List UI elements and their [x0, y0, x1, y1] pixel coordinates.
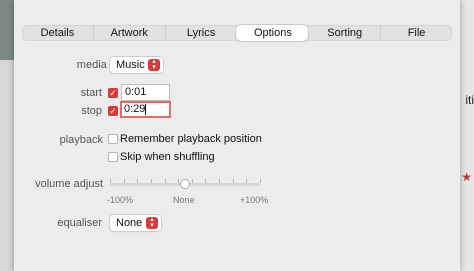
volume-slider-tick — [205, 179, 206, 183]
background-window-right: iti ★ — [460, 0, 474, 271]
volume-slider-tick — [151, 179, 152, 183]
equaliser-value: None — [116, 217, 143, 229]
volume-slider-tick — [246, 179, 247, 183]
media-kind-value: Music — [116, 59, 145, 71]
tab-artwork[interactable]: Artwork — [92, 25, 165, 41]
stop-label: stop — [81, 105, 102, 117]
volume-slider-tick — [219, 179, 220, 183]
volume-slider-knob[interactable] — [181, 180, 189, 188]
volume-slider-tick — [178, 179, 179, 183]
chevron-up-down-icon: ▴ ▾ — [148, 58, 160, 71]
tab-sorting[interactable]: Sorting — [308, 25, 380, 41]
equaliser-popup[interactable]: None ▴ ▾ — [110, 215, 161, 231]
song-info-dialog: Details Artwork Lyrics Options Sorting F… — [14, 0, 460, 271]
volume-slider-tick — [233, 179, 234, 183]
tab-lyrics[interactable]: Lyrics — [164, 25, 237, 41]
volume-adjust-label: volume adjust — [35, 178, 103, 190]
volume-slider-tick — [260, 179, 261, 183]
tab-bar: Details Artwork Lyrics Options Sorting F… — [22, 25, 452, 41]
background-text-fragment: iti — [465, 93, 474, 107]
chevron-up-down-icon: ▴ ▾ — [146, 216, 158, 229]
stop-time-value: 0:29 — [124, 103, 146, 115]
remember-position-checkbox[interactable] — [108, 134, 118, 144]
equaliser-label: equaliser — [57, 217, 102, 229]
stop-checkbox[interactable]: ✓ — [108, 106, 118, 116]
skip-shuffling-label: Skip when shuffling — [120, 151, 215, 163]
media-kind-popup[interactable]: Music ▴ ▾ — [110, 57, 163, 73]
volume-max-label: +100% — [240, 195, 269, 205]
background-star-icon: ★ — [461, 170, 472, 184]
start-label: start — [80, 87, 102, 99]
text-caret — [145, 103, 147, 115]
tab-file[interactable]: File — [380, 25, 452, 41]
volume-mid-label: None — [173, 195, 195, 205]
volume-slider-tick — [192, 179, 193, 183]
remember-position-label: Remember playback position — [120, 133, 262, 145]
tab-options[interactable]: Options — [236, 25, 309, 41]
volume-slider-tick — [165, 179, 166, 183]
volume-min-label: -100% — [107, 195, 134, 205]
volume-slider-tick — [124, 179, 125, 183]
volume-slider-tick — [110, 179, 111, 183]
start-time-field[interactable]: 0:01 — [121, 84, 170, 101]
start-checkbox[interactable]: ✓ — [108, 88, 118, 98]
playback-label: playback — [59, 134, 103, 146]
stop-time-field[interactable]: 0:29 — [120, 101, 171, 118]
volume-slider-tick — [137, 179, 138, 183]
skip-shuffling-checkbox[interactable] — [108, 152, 118, 162]
tab-details[interactable]: Details — [22, 25, 93, 41]
